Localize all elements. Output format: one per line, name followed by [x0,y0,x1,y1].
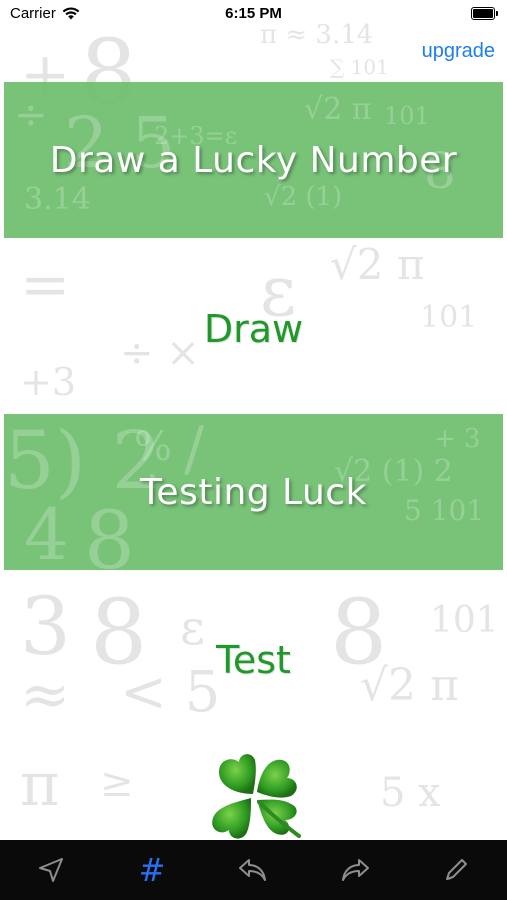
test-button[interactable]: Test [0,637,507,683]
undo-icon [239,859,267,881]
draw-button[interactable]: Draw [0,306,507,352]
draw-section-title: Draw a Lucky Number [49,139,458,181]
send-icon [38,858,63,882]
undo-tab[interactable] [229,846,277,894]
bottom-tab-bar: # [0,840,507,900]
test-section-banner: 5) 2 % / 4 8 √2 (1) 2 5 101 + 3 Testing … [4,414,503,570]
pencil-icon [446,859,468,880]
four-leaf-clover-icon [212,754,301,839]
draw-section-banner: ÷ 2 5 2+3=ε √2 π 101 8 3.14 √2 (1) Draw … [4,82,503,238]
redo-icon [341,859,369,881]
pencil-tab[interactable] [432,846,480,894]
hash-icon: # [138,851,166,889]
redo-tab[interactable] [331,846,379,894]
number-tab[interactable]: # [128,846,176,894]
upgrade-link[interactable]: upgrade [422,40,495,63]
status-bar: Carrier 6:15 PM [0,0,507,30]
status-time: 6:15 PM [225,5,282,22]
test-section-title: Testing Luck [140,471,367,513]
send-tab[interactable] [27,846,75,894]
battery-icon [471,7,498,20]
